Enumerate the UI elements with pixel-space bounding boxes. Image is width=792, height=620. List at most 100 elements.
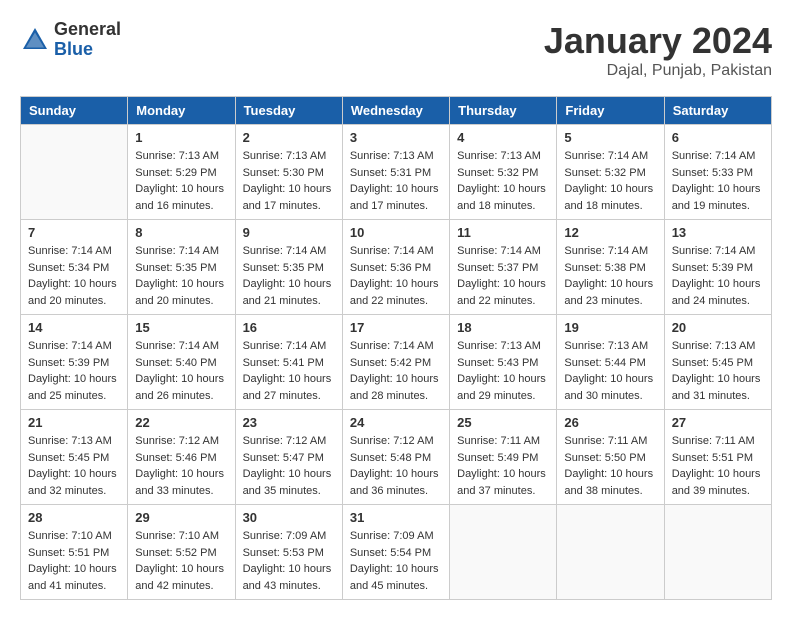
- day-number: 23: [243, 415, 335, 430]
- calendar-cell: 27 Sunrise: 7:11 AMSunset: 5:51 PMDayligh…: [664, 410, 771, 505]
- calendar-week-row: 28 Sunrise: 7:10 AMSunset: 5:51 PMDayligh…: [21, 505, 772, 600]
- cell-info: Sunrise: 7:14 AMSunset: 5:41 PMDaylight:…: [243, 338, 335, 404]
- cell-info: Sunrise: 7:12 AMSunset: 5:47 PMDaylight:…: [243, 433, 335, 499]
- day-number: 25: [457, 415, 549, 430]
- day-number: 28: [28, 510, 120, 525]
- calendar-cell: 4Sunrise: 7:13 AMSunset: 5:32 PMDaylight…: [450, 125, 557, 220]
- calendar-cell: 19 Sunrise: 7:13 AMSunset: 5:44 PMDayligh…: [557, 315, 664, 410]
- page-title: January 2024: [544, 20, 772, 62]
- calendar-cell: 18Sunrise: 7:13 AMSunset: 5:43 PMDayligh…: [450, 315, 557, 410]
- cell-info: Sunrise: 7:14 AMSunset: 5:40 PMDaylight:…: [135, 338, 227, 404]
- calendar-cell: 26Sunrise: 7:11 AMSunset: 5:50 PMDayligh…: [557, 410, 664, 505]
- cell-info: Sunrise: 7:12 AMSunset: 5:48 PMDaylight:…: [350, 433, 442, 499]
- calendar-cell: [21, 125, 128, 220]
- day-number: 22: [135, 415, 227, 430]
- calendar-day-header: Friday: [557, 97, 664, 125]
- calendar-cell: 12Sunrise: 7:14 AMSunset: 5:38 PMDayligh…: [557, 220, 664, 315]
- logo-blue-label: Blue: [54, 40, 121, 60]
- cell-info: Sunrise: 7:13 AMSunset: 5:30 PMDaylight:…: [243, 148, 335, 214]
- logo-icon: [20, 25, 50, 55]
- page-header: General Blue January 2024 Dajal, Punjab,…: [20, 20, 772, 80]
- calendar-cell: 8 Sunrise: 7:14 AMSunset: 5:35 PMDaylight…: [128, 220, 235, 315]
- cell-info: Sunrise: 7:13 AMSunset: 5:44 PMDaylight:…: [564, 338, 656, 404]
- calendar-week-row: 14 Sunrise: 7:14 AMSunset: 5:39 PMDayligh…: [21, 315, 772, 410]
- cell-info: Sunrise: 7:14 AMSunset: 5:32 PMDaylight:…: [564, 148, 656, 214]
- calendar-week-row: 21 Sunrise: 7:13 AMSunset: 5:45 PMDayligh…: [21, 410, 772, 505]
- cell-info: Sunrise: 7:14 AMSunset: 5:35 PMDaylight:…: [243, 243, 335, 309]
- logo-general-label: General: [54, 20, 121, 40]
- day-number: 14: [28, 320, 120, 335]
- cell-info: Sunrise: 7:09 AMSunset: 5:54 PMDaylight:…: [350, 528, 442, 594]
- calendar-cell: 29 Sunrise: 7:10 AMSunset: 5:52 PMDayligh…: [128, 505, 235, 600]
- day-number: 24: [350, 415, 442, 430]
- calendar-cell: 20 Sunrise: 7:13 AMSunset: 5:45 PMDayligh…: [664, 315, 771, 410]
- cell-info: Sunrise: 7:14 AMSunset: 5:35 PMDaylight:…: [135, 243, 227, 309]
- cell-info: Sunrise: 7:14 AMSunset: 5:39 PMDaylight:…: [672, 243, 764, 309]
- day-number: 9: [243, 225, 335, 240]
- cell-info: Sunrise: 7:10 AMSunset: 5:52 PMDaylight:…: [135, 528, 227, 594]
- logo-text: General Blue: [54, 20, 121, 60]
- calendar-cell: 15 Sunrise: 7:14 AMSunset: 5:40 PMDayligh…: [128, 315, 235, 410]
- calendar-cell: 11 Sunrise: 7:14 AMSunset: 5:37 PMDayligh…: [450, 220, 557, 315]
- calendar-week-row: 1 Sunrise: 7:13 AMSunset: 5:29 PMDaylight…: [21, 125, 772, 220]
- calendar-cell: 22Sunrise: 7:12 AMSunset: 5:46 PMDayligh…: [128, 410, 235, 505]
- day-number: 31: [350, 510, 442, 525]
- cell-info: Sunrise: 7:14 AMSunset: 5:42 PMDaylight:…: [350, 338, 442, 404]
- day-number: 21: [28, 415, 120, 430]
- day-number: 18: [457, 320, 549, 335]
- calendar-day-header: Saturday: [664, 97, 771, 125]
- calendar-cell: 6 Sunrise: 7:14 AMSunset: 5:33 PMDaylight…: [664, 125, 771, 220]
- day-number: 19: [564, 320, 656, 335]
- cell-info: Sunrise: 7:14 AMSunset: 5:39 PMDaylight:…: [28, 338, 120, 404]
- day-number: 30: [243, 510, 335, 525]
- day-number: 4: [457, 130, 549, 145]
- day-number: 15: [135, 320, 227, 335]
- calendar-cell: 21 Sunrise: 7:13 AMSunset: 5:45 PMDayligh…: [21, 410, 128, 505]
- cell-info: Sunrise: 7:14 AMSunset: 5:34 PMDaylight:…: [28, 243, 120, 309]
- logo: General Blue: [20, 20, 121, 60]
- calendar-cell: 31 Sunrise: 7:09 AMSunset: 5:54 PMDayligh…: [342, 505, 449, 600]
- calendar-cell: 16 Sunrise: 7:14 AMSunset: 5:41 PMDayligh…: [235, 315, 342, 410]
- cell-info: Sunrise: 7:14 AMSunset: 5:38 PMDaylight:…: [564, 243, 656, 309]
- cell-info: Sunrise: 7:11 AMSunset: 5:51 PMDaylight:…: [672, 433, 764, 499]
- calendar-cell: 10Sunrise: 7:14 AMSunset: 5:36 PMDayligh…: [342, 220, 449, 315]
- day-number: 20: [672, 320, 764, 335]
- calendar-cell: [450, 505, 557, 600]
- calendar-day-header: Tuesday: [235, 97, 342, 125]
- cell-info: Sunrise: 7:11 AMSunset: 5:49 PMDaylight:…: [457, 433, 549, 499]
- calendar-cell: 28 Sunrise: 7:10 AMSunset: 5:51 PMDayligh…: [21, 505, 128, 600]
- day-number: 6: [672, 130, 764, 145]
- calendar-cell: [557, 505, 664, 600]
- day-number: 8: [135, 225, 227, 240]
- cell-info: Sunrise: 7:13 AMSunset: 5:45 PMDaylight:…: [28, 433, 120, 499]
- title-block: January 2024 Dajal, Punjab, Pakistan: [544, 20, 772, 80]
- calendar-cell: 7Sunrise: 7:14 AMSunset: 5:34 PMDaylight…: [21, 220, 128, 315]
- calendar-cell: 24 Sunrise: 7:12 AMSunset: 5:48 PMDayligh…: [342, 410, 449, 505]
- day-number: 29: [135, 510, 227, 525]
- day-number: 17: [350, 320, 442, 335]
- cell-info: Sunrise: 7:14 AMSunset: 5:33 PMDaylight:…: [672, 148, 764, 214]
- calendar-cell: 23 Sunrise: 7:12 AMSunset: 5:47 PMDayligh…: [235, 410, 342, 505]
- calendar-cell: 25 Sunrise: 7:11 AMSunset: 5:49 PMDayligh…: [450, 410, 557, 505]
- day-number: 27: [672, 415, 764, 430]
- day-number: 3: [350, 130, 442, 145]
- day-number: 1: [135, 130, 227, 145]
- calendar-cell: 9 Sunrise: 7:14 AMSunset: 5:35 PMDaylight…: [235, 220, 342, 315]
- calendar-cell: 17 Sunrise: 7:14 AMSunset: 5:42 PMDayligh…: [342, 315, 449, 410]
- cell-info: Sunrise: 7:14 AMSunset: 5:37 PMDaylight:…: [457, 243, 549, 309]
- day-number: 16: [243, 320, 335, 335]
- cell-info: Sunrise: 7:10 AMSunset: 5:51 PMDaylight:…: [28, 528, 120, 594]
- calendar-cell: 3 Sunrise: 7:13 AMSunset: 5:31 PMDaylight…: [342, 125, 449, 220]
- cell-info: Sunrise: 7:13 AMSunset: 5:45 PMDaylight:…: [672, 338, 764, 404]
- day-number: 11: [457, 225, 549, 240]
- calendar-cell: 5 Sunrise: 7:14 AMSunset: 5:32 PMDaylight…: [557, 125, 664, 220]
- calendar-day-header: Sunday: [21, 97, 128, 125]
- day-number: 5: [564, 130, 656, 145]
- calendar-header-row: SundayMondayTuesdayWednesdayThursdayFrid…: [21, 97, 772, 125]
- cell-info: Sunrise: 7:13 AMSunset: 5:29 PMDaylight:…: [135, 148, 227, 214]
- cell-info: Sunrise: 7:09 AMSunset: 5:53 PMDaylight:…: [243, 528, 335, 594]
- cell-info: Sunrise: 7:11 AMSunset: 5:50 PMDaylight:…: [564, 433, 656, 499]
- cell-info: Sunrise: 7:13 AMSunset: 5:31 PMDaylight:…: [350, 148, 442, 214]
- day-number: 13: [672, 225, 764, 240]
- calendar-cell: 2Sunrise: 7:13 AMSunset: 5:30 PMDaylight…: [235, 125, 342, 220]
